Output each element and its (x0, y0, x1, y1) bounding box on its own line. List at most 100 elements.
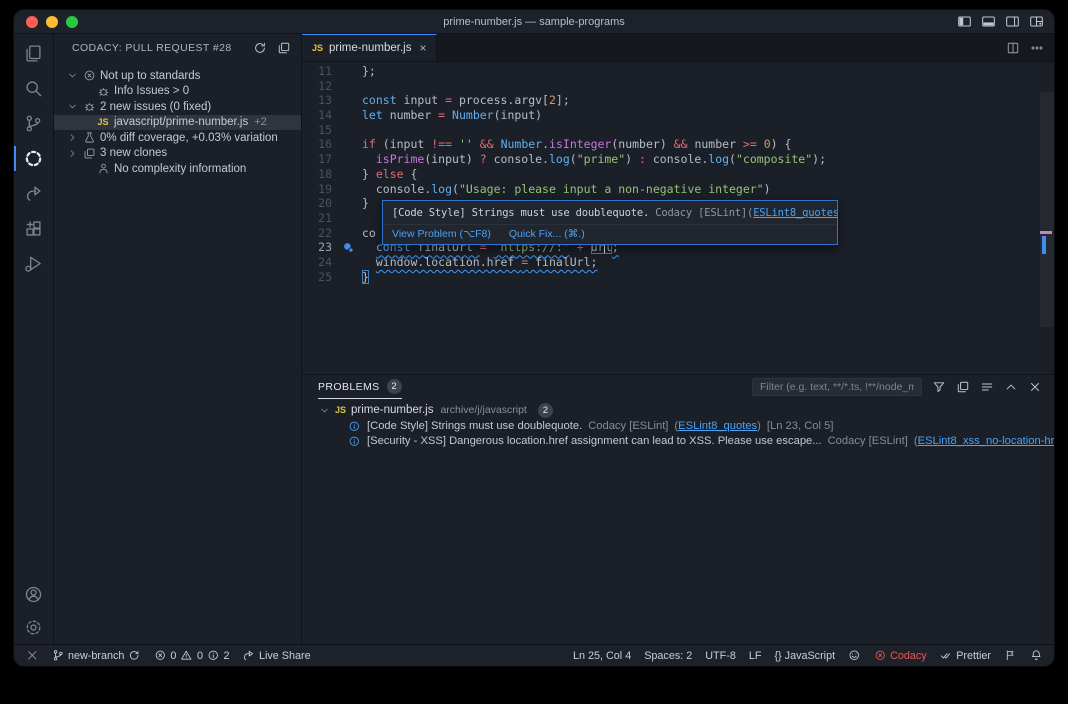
status-branch[interactable]: new-branch (52, 649, 141, 662)
maximize-panel-icon[interactable] (1004, 380, 1018, 394)
code-line-15[interactable]: 15 (302, 123, 1054, 138)
line-number[interactable]: 11 (302, 64, 340, 79)
chevron-down-icon[interactable] (64, 70, 80, 81)
code-line-24[interactable]: 24 window.location.href = finalUrl; (302, 255, 1054, 270)
layout-sidebar-right-icon[interactable] (1005, 14, 1020, 29)
tree-item[interactable]: 2 new issues (0 fixed) (54, 99, 301, 115)
layout-customize-icon[interactable] (1029, 14, 1044, 29)
chevron-right-icon[interactable] (64, 132, 80, 143)
refresh-icon[interactable] (253, 41, 267, 55)
status-feedback[interactable] (1004, 649, 1017, 662)
tree-item[interactable]: JSjavascript/prime-number.js+2 (54, 115, 301, 131)
code-line-13[interactable]: 13 const input = process.argv[2]; (302, 93, 1054, 108)
problem-rule-link[interactable]: ESLint8_xss_no-location-href-assign (918, 435, 1054, 447)
code-text[interactable]: } (362, 196, 369, 211)
line-number[interactable]: 19 (302, 182, 340, 197)
code-text[interactable]: co (362, 226, 376, 241)
view-problem-action[interactable]: View Problem (⌥F8) (392, 228, 491, 240)
line-number[interactable]: 20 (302, 196, 340, 211)
problems-file-row[interactable]: JS prime-number.js archive/j/javascript … (302, 402, 1054, 418)
code-text[interactable]: } (362, 270, 369, 285)
status-encoding[interactable]: UTF-8 (705, 650, 736, 662)
code-line-11[interactable]: 11}; (302, 64, 1054, 79)
close-panel-icon[interactable] (1028, 380, 1042, 394)
codacy-comment-icon[interactable] (340, 240, 362, 255)
line-number[interactable]: 18 (302, 167, 340, 182)
activity-extensions[interactable] (14, 211, 53, 246)
view-as-table-icon[interactable] (980, 380, 994, 394)
activity-testing[interactable] (14, 246, 53, 281)
code-text[interactable]: if (input !== '' && Number.isInteger(num… (362, 137, 791, 152)
status-remote-indicator[interactable] (26, 649, 39, 662)
line-number[interactable]: 13 (302, 93, 340, 108)
status-live-share[interactable]: Live Share (242, 649, 310, 662)
code-line-25[interactable]: 25} (302, 270, 1054, 285)
tab-problems[interactable]: PROBLEMS 2 (318, 375, 402, 399)
problem-item[interactable]: [Code Style] Strings must use doublequot… (302, 418, 1054, 434)
code-text[interactable]: isPrime(input) ? console.log("prime") : … (362, 152, 826, 167)
line-number[interactable]: 25 (302, 270, 340, 285)
line-number[interactable]: 12 (302, 79, 340, 94)
chevron-right-icon[interactable] (64, 148, 80, 159)
layout-panel-icon[interactable] (981, 14, 996, 29)
split-editor-icon[interactable] (1006, 41, 1020, 55)
activity-live-share[interactable] (14, 176, 53, 211)
problem-item[interactable]: [Security - XSS] Dangerous location.href… (302, 434, 1054, 450)
status-diagnostics[interactable]: 002 (154, 649, 230, 662)
line-number[interactable]: 21 (302, 211, 340, 226)
code-line-12[interactable]: 12 (302, 79, 1054, 94)
status-eol[interactable]: LF (749, 650, 762, 662)
status-prettier[interactable]: Prettier (940, 649, 991, 662)
status-codacy[interactable]: Codacy (874, 649, 927, 662)
code-line-19[interactable]: 19 console.log("Usage: please input a no… (302, 182, 1054, 197)
line-number[interactable]: 14 (302, 108, 340, 123)
tree-item[interactable]: 3 new clones (54, 146, 301, 162)
minimize-window-button[interactable] (46, 16, 58, 28)
status-cursor-position[interactable]: Ln 25, Col 4 (573, 650, 631, 662)
close-tab-icon[interactable]: × (419, 41, 426, 55)
code-text[interactable]: window.location.href = finalUrl; (362, 255, 597, 270)
code-line-16[interactable]: 16 if (input !== '' && Number.isInteger(n… (302, 137, 1054, 152)
code-text[interactable]: console.log("Usage: please input a non-n… (362, 182, 771, 197)
tree-item[interactable]: Info Issues > 0 (54, 84, 301, 100)
activity-codacy[interactable] (14, 141, 53, 176)
code-text[interactable]: const input = process.argv[2]; (362, 93, 570, 108)
code-line-17[interactable]: 17 isPrime(input) ? console.log("prime")… (302, 152, 1054, 167)
chevron-down-icon[interactable] (318, 405, 330, 416)
more-actions-icon[interactable] (1030, 41, 1044, 55)
tab-prime-number[interactable]: JS prime-number.js × (302, 34, 437, 61)
open-in-editor-icon[interactable] (277, 41, 291, 55)
code-line-18[interactable]: 18 } else { (302, 167, 1054, 182)
line-number[interactable]: 15 (302, 123, 340, 138)
status-notifications[interactable] (1030, 649, 1043, 662)
status-copilot[interactable] (848, 649, 861, 662)
status-indentation[interactable]: Spaces: 2 (644, 650, 692, 662)
activity-source-control[interactable] (14, 106, 53, 141)
line-number[interactable]: 23 (302, 240, 340, 255)
code-text[interactable]: let number = Number(input) (362, 108, 542, 123)
chevron-down-icon[interactable] (64, 101, 80, 112)
activity-settings[interactable] (14, 611, 53, 644)
problems-filter-input[interactable] (752, 378, 922, 396)
open-in-editor-icon[interactable] (956, 380, 970, 394)
code-text[interactable]: }; (362, 64, 376, 79)
close-window-button[interactable] (26, 16, 38, 28)
line-number[interactable]: 16 (302, 137, 340, 152)
line-number[interactable]: 22 (302, 226, 340, 241)
layout-sidebar-left-icon[interactable] (957, 14, 972, 29)
tree-item[interactable]: No complexity information (54, 161, 301, 177)
code-line-14[interactable]: 14 let number = Number(input) (302, 108, 1054, 123)
zoom-window-button[interactable] (66, 16, 78, 28)
code-text[interactable]: } else { (362, 167, 417, 182)
code-editor[interactable]: 11};1213const input = process.argv[2];14… (302, 62, 1054, 374)
line-number[interactable]: 17 (302, 152, 340, 167)
line-number[interactable]: 24 (302, 255, 340, 270)
quick-fix-action[interactable]: Quick Fix... (⌘.) (509, 228, 585, 240)
status-language-mode[interactable]: {} JavaScript (774, 650, 835, 662)
activity-explorer[interactable] (14, 36, 53, 71)
tree-item[interactable]: 0% diff coverage, +0.03% variation (54, 130, 301, 146)
filter-icon[interactable] (932, 380, 946, 394)
tree-item[interactable]: Not up to standards (54, 68, 301, 84)
hover-rule-link[interactable]: ESLint8_quotes (753, 207, 837, 219)
problem-rule-link[interactable]: ESLint8_quotes (678, 420, 757, 432)
